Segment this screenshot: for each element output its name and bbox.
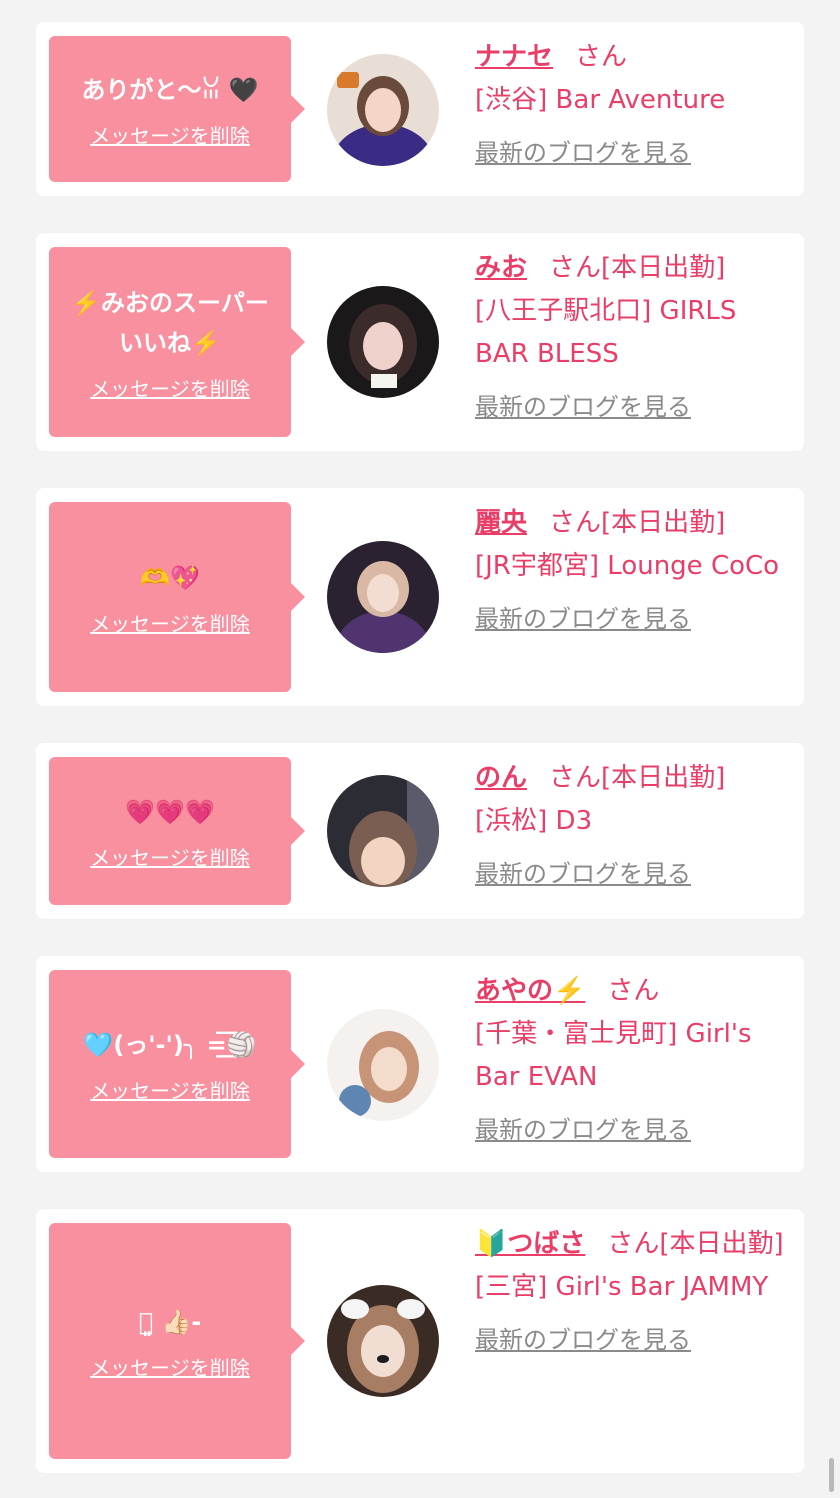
message-bubble: 🫶💖 メッセージを削除	[49, 502, 305, 692]
latest-blog-link[interactable]: 最新のブログを見る	[475, 853, 795, 896]
latest-blog-link[interactable]: 最新のブログを見る	[475, 132, 795, 175]
avatar[interactable]	[327, 54, 439, 166]
delete-message-link[interactable]: メッセージを削除	[90, 1352, 250, 1381]
shop-name: [三宮] Girl's Bar JAMMY	[475, 1272, 769, 1302]
shop-name: [千葉・富士見町] Girl's Bar EVAN	[475, 1019, 752, 1092]
cast-name-link[interactable]: あやの⚡️	[475, 976, 585, 1006]
shop-name: [八王子駅北口] GIRLS BAR BLESS	[475, 296, 737, 369]
delete-message-link[interactable]: メッセージを削除	[90, 608, 250, 637]
latest-blog-link[interactable]: 最新のブログを見る	[475, 1109, 795, 1152]
name-suffix: さん[本日出勤]	[549, 763, 726, 793]
message-bubble: ⚡️みおのスーパー いいね⚡️ メッセージを削除	[49, 247, 305, 437]
avatar[interactable]	[327, 775, 439, 887]
latest-blog-link[interactable]: 最新のブログを見る	[475, 386, 795, 429]
latest-blog-link[interactable]: 最新のブログを見る	[475, 598, 795, 641]
delete-message-link[interactable]: メッセージを削除	[90, 842, 250, 871]
avatar[interactable]	[327, 286, 439, 398]
cast-info: ナナセ さん [渋谷] Bar Aventure 最新のブログを見る	[475, 36, 795, 175]
shop-name: [渋谷] Bar Aventure	[475, 85, 726, 115]
message-text: 💗💗💗	[125, 797, 215, 826]
cast-name-link[interactable]: ナナセ	[475, 42, 553, 72]
cast-info: のん さん[本日出勤] [浜松] D3 最新のブログを見る	[475, 757, 795, 896]
message-card: 🫶💖 メッセージを削除 麗央 さん[本日出勤] [JR宇都宮] Lounge Co…	[36, 488, 804, 706]
message-card: ⚡️みおのスーパー いいね⚡️ メッセージを削除 みお さん[本日出勤] [八王子…	[36, 233, 804, 451]
avatar-photo-icon	[327, 775, 439, 887]
message-card: ありがと〜ꈍ 🖤 メッセージを削除 ナナセ さん [渋谷] Bar Aventur…	[36, 22, 804, 196]
scrollbar[interactable]	[829, 1458, 834, 1492]
delete-message-link[interactable]: メッセージを削除	[90, 120, 250, 149]
delete-message-link[interactable]: メッセージを削除	[90, 373, 250, 402]
avatar-photo-icon	[327, 541, 439, 653]
latest-blog-link[interactable]: 最新のブログを見る	[475, 1319, 795, 1362]
message-text: ありがと〜ꈍ 🖤	[81, 75, 259, 104]
avatar-photo-icon	[327, 286, 439, 398]
shop-name: [浜松] D3	[475, 806, 593, 836]
avatar[interactable]	[327, 1285, 439, 1397]
cast-name-link[interactable]: 麗央	[475, 508, 527, 538]
message-bubble: 💗💗💗 メッセージを削除	[49, 757, 305, 905]
message-bubble: ありがと〜ꈍ 🖤 メッセージを削除	[49, 36, 305, 182]
cast-info: 🔰つばさ さん[本日出勤] [三宮] Girl's Bar JAMMY 最新のブロ…	[475, 1223, 795, 1362]
message-card: 🩵(っ'-')╮ =͟͟͞͞🏐 メッセージを削除 あやの⚡️ さん [千葉・富士見…	[36, 956, 804, 1172]
cast-info: 麗央 さん[本日出勤] [JR宇都宮] Lounge CoCo 最新のブログを見る	[475, 502, 795, 641]
avatar-photo-icon	[327, 1285, 439, 1397]
cast-name-link[interactable]: みお	[475, 253, 527, 283]
message-text: 🫶💖	[140, 563, 200, 592]
avatar[interactable]	[327, 1009, 439, 1121]
name-suffix: さん[本日出勤]	[549, 253, 726, 283]
cast-name-link[interactable]: 🔰つばさ	[475, 1229, 585, 1259]
name-suffix: さん	[607, 976, 660, 1006]
cast-info: みお さん[本日出勤] [八王子駅北口] GIRLS BAR BLESS 最新のブ…	[475, 247, 795, 429]
delete-message-link[interactable]: メッセージを削除	[90, 1075, 250, 1104]
cast-info: あやの⚡️ さん [千葉・富士見町] Girl's Bar EVAN 最新のブログ…	[475, 970, 795, 1152]
message-text: ꈍ͈ 👍🏻-	[138, 1307, 202, 1336]
cast-name-link[interactable]: のん	[475, 763, 527, 793]
message-bubble: 🩵(っ'-')╮ =͟͟͞͞🏐 メッセージを削除	[49, 970, 305, 1158]
message-text: 🩵(っ'-')╮ =͟͟͞͞🏐	[83, 1030, 257, 1059]
message-card: ꈍ͈ 👍🏻- メッセージを削除 🔰つばさ さん[本日出勤] [三宮] Girl's…	[36, 1209, 804, 1473]
avatar[interactable]	[327, 541, 439, 653]
message-card: 💗💗💗 メッセージを削除 のん さん[本日出勤] [浜松] D3 最新のブログを見…	[36, 743, 804, 919]
shop-name: [JR宇都宮] Lounge CoCo	[475, 551, 780, 581]
name-suffix: さん	[575, 42, 628, 72]
message-text: ⚡️みおのスーパー いいね⚡️	[71, 288, 269, 357]
avatar-photo-icon	[327, 1009, 439, 1121]
message-bubble: ꈍ͈ 👍🏻- メッセージを削除	[49, 1223, 305, 1459]
name-suffix: さん[本日出勤]	[549, 508, 726, 538]
name-suffix: さん[本日出勤]	[607, 1229, 784, 1259]
avatar-photo-icon	[327, 54, 439, 166]
